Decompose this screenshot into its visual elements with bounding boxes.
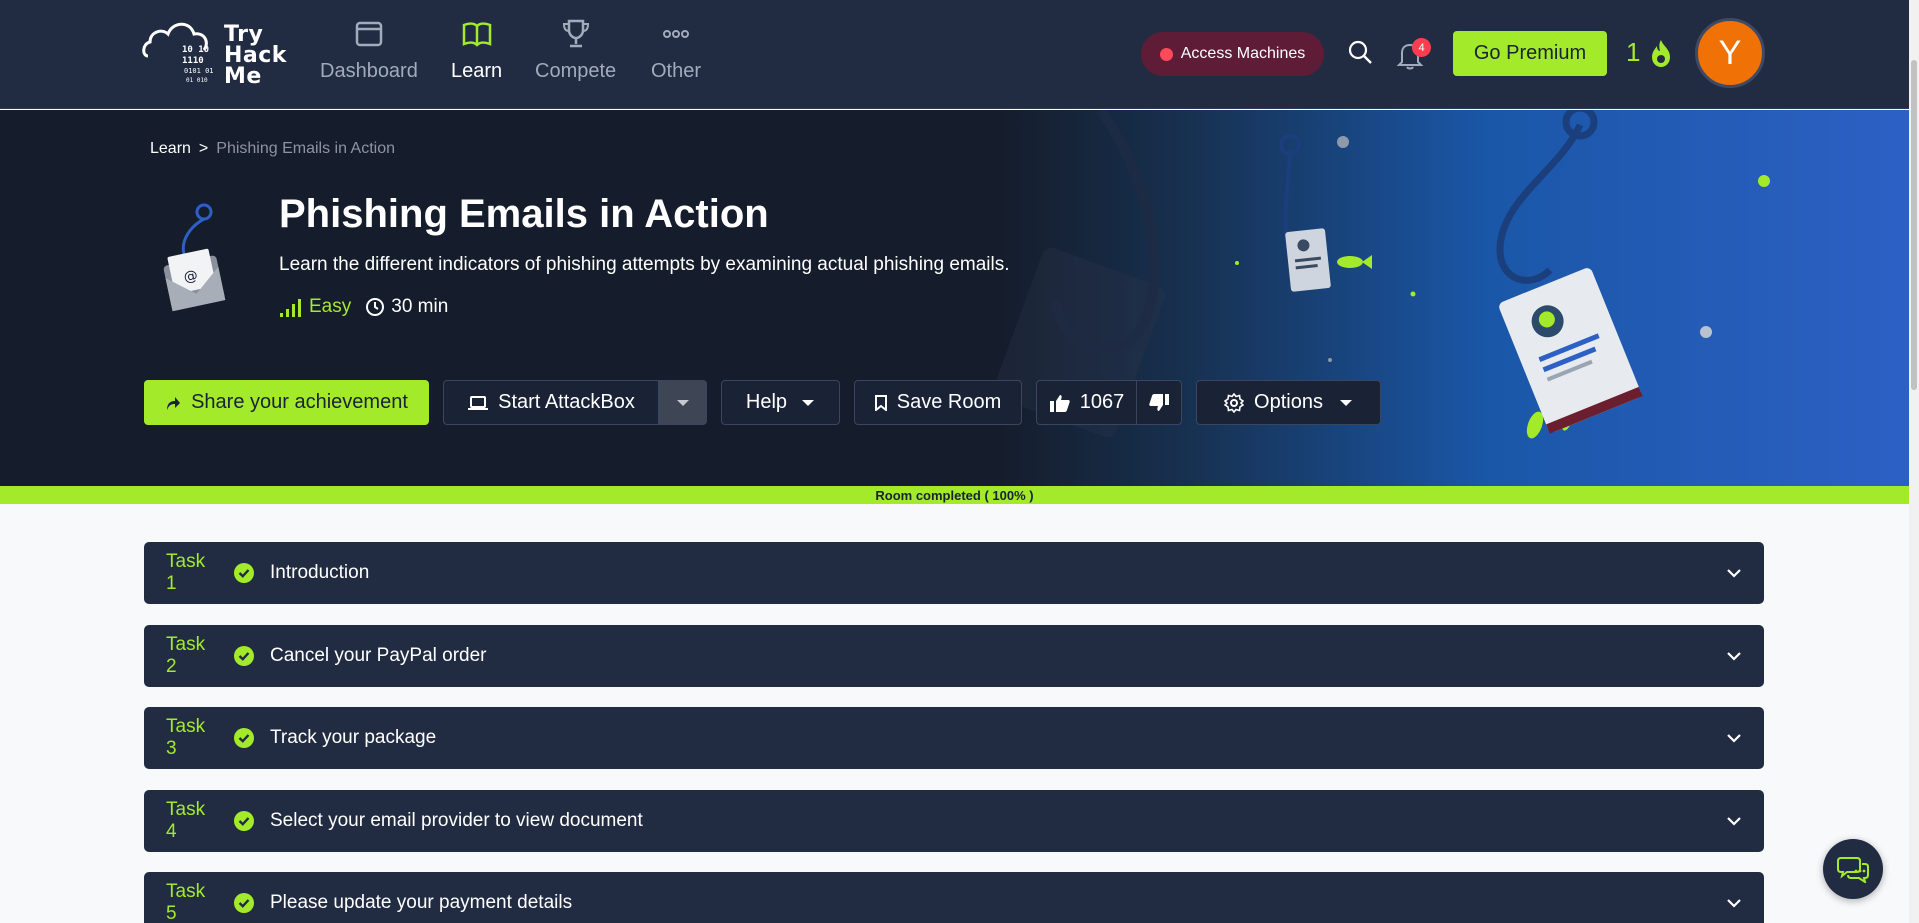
nav-dashboard-label: Dashboard bbox=[320, 60, 418, 82]
difficulty-bars-icon bbox=[280, 299, 301, 317]
dashboard-icon bbox=[355, 21, 383, 47]
duration-label: 30 min bbox=[391, 296, 449, 317]
notification-badge: 4 bbox=[1412, 38, 1431, 57]
book-icon bbox=[462, 22, 491, 47]
thumbs-up-icon bbox=[1049, 394, 1070, 412]
caret-down-icon bbox=[676, 399, 689, 406]
chevron-down-icon[interactable] bbox=[1726, 730, 1742, 746]
room-meta: Easy 30 min bbox=[279, 296, 448, 318]
share-arrow-icon bbox=[167, 396, 181, 410]
check-circle-icon bbox=[234, 728, 254, 748]
room-header-banner: Learn > Phishing Emails in Action @ Phis… bbox=[0, 110, 1909, 486]
svg-text:1110: 1110 bbox=[182, 56, 204, 66]
like-button[interactable]: 1067 bbox=[1036, 380, 1137, 425]
chevron-down-icon[interactable] bbox=[1726, 895, 1742, 911]
task-title: Cancel your PayPal order bbox=[270, 645, 487, 666]
task-row[interactable]: Task 1 Introduction bbox=[144, 542, 1764, 604]
support-chat-button[interactable] bbox=[1823, 839, 1883, 899]
check-circle-icon bbox=[234, 646, 254, 666]
progress-label: Room completed ( 100% ) bbox=[875, 487, 1034, 503]
share-achievement-label: Share your achievement bbox=[191, 391, 408, 413]
logo-word-try: Try bbox=[224, 22, 264, 47]
nav-dashboard[interactable]: Dashboard bbox=[320, 18, 418, 83]
help-label: Help bbox=[745, 391, 788, 413]
task-row[interactable]: Task 2 Cancel your PayPal order bbox=[144, 625, 1764, 687]
options-label: Options bbox=[1254, 391, 1323, 413]
share-achievement-button[interactable]: Share your achievement bbox=[144, 380, 429, 425]
logo-word-me: Me bbox=[224, 64, 262, 89]
task-number: Task 1 bbox=[166, 551, 206, 594]
trophy-icon bbox=[562, 19, 589, 48]
chevron-down-icon[interactable] bbox=[1726, 648, 1742, 664]
options-dropdown-button[interactable]: Options bbox=[1196, 380, 1381, 425]
task-number: Task 5 bbox=[166, 881, 206, 923]
like-count: 1067 bbox=[1079, 391, 1125, 413]
gear-icon bbox=[1224, 392, 1245, 413]
laptop-icon bbox=[468, 395, 489, 410]
status-dot-icon bbox=[1159, 47, 1173, 61]
task-title: Select your email provider to view docum… bbox=[270, 810, 643, 831]
breadcrumb-current: Phishing Emails in Action bbox=[216, 140, 396, 157]
logo-wordmark: Try Hack Me bbox=[224, 22, 287, 89]
streak-count: 1 bbox=[1626, 37, 1641, 67]
bookmark-icon bbox=[874, 394, 887, 411]
task-number: Task 2 bbox=[166, 634, 206, 677]
difficulty-label: Easy bbox=[309, 296, 352, 317]
nav-learn-label: Learn bbox=[451, 60, 503, 82]
go-premium-button[interactable]: Go Premium bbox=[1453, 31, 1607, 76]
attackbox-dropdown-button[interactable] bbox=[658, 380, 707, 425]
nav-other-label: Other bbox=[651, 60, 702, 82]
nav-compete-label: Compete bbox=[535, 60, 617, 82]
svg-text:0101 01: 0101 01 bbox=[184, 67, 214, 75]
task-row[interactable]: Task 3 Track your package bbox=[144, 707, 1764, 769]
chevron-down-icon[interactable] bbox=[1726, 565, 1742, 581]
caret-down-icon bbox=[1339, 399, 1352, 406]
scrollbar-thumb[interactable] bbox=[1911, 60, 1917, 390]
task-number: Task 3 bbox=[166, 716, 206, 759]
room-progress-bar: Room completed ( 100% ) bbox=[0, 486, 1909, 504]
breadcrumb-learn-link[interactable]: Learn bbox=[150, 140, 191, 158]
start-attackbox-label: Start AttackBox bbox=[498, 391, 635, 413]
dislike-button[interactable] bbox=[1136, 380, 1182, 425]
phishing-envelope-room-icon: @ bbox=[163, 203, 226, 312]
chat-bubbles-icon bbox=[1837, 857, 1869, 883]
dots-icon bbox=[663, 30, 690, 38]
check-circle-icon bbox=[234, 893, 254, 913]
nav-compete[interactable]: Compete bbox=[535, 18, 616, 83]
room-title: Phishing Emails in Action bbox=[279, 192, 769, 236]
task-title: Please update your payment details bbox=[270, 892, 573, 913]
save-room-button[interactable]: Save Room bbox=[854, 380, 1022, 425]
task-row[interactable]: Task 5 Please update your payment detail… bbox=[144, 872, 1764, 923]
start-attackbox-button[interactable]: Start AttackBox bbox=[443, 380, 659, 425]
check-circle-icon bbox=[234, 563, 254, 583]
breadcrumb: Learn > Phishing Emails in Action bbox=[150, 140, 395, 158]
breadcrumb-separator: > bbox=[198, 140, 209, 157]
nav-learn[interactable]: Learn bbox=[451, 18, 502, 83]
caret-down-icon bbox=[802, 399, 815, 406]
logo-word-hack: Hack bbox=[224, 43, 287, 68]
check-circle-icon bbox=[234, 811, 254, 831]
access-machines-label: Access Machines bbox=[1180, 45, 1306, 62]
thumbs-down-icon bbox=[1149, 393, 1169, 411]
search-icon[interactable] bbox=[1346, 38, 1374, 66]
task-title: Introduction bbox=[270, 562, 370, 583]
task-number: Task 4 bbox=[166, 799, 206, 842]
save-room-label: Save Room bbox=[896, 391, 1002, 413]
top-navigation-bar: 10 10 1110 0101 01 01 010 Try Hack Me Da… bbox=[0, 0, 1919, 109]
clock-icon bbox=[366, 298, 385, 316]
chevron-down-icon[interactable] bbox=[1726, 813, 1742, 829]
task-row[interactable]: Task 4 Select your email provider to vie… bbox=[144, 790, 1764, 852]
svg-text:01 010: 01 010 bbox=[186, 77, 208, 84]
streak-counter[interactable]: 1 bbox=[1626, 37, 1674, 68]
help-dropdown-button[interactable]: Help bbox=[721, 380, 840, 425]
flame-icon bbox=[1652, 39, 1671, 67]
nav-other[interactable]: Other bbox=[651, 18, 701, 83]
task-title: Track your package bbox=[270, 727, 437, 748]
room-description: Learn the different indicators of phishi… bbox=[279, 254, 1010, 275]
svg-text:10 10: 10 10 bbox=[182, 45, 209, 55]
user-avatar[interactable]: Y bbox=[1695, 18, 1765, 88]
access-machines-button[interactable]: Access Machines bbox=[1141, 32, 1324, 76]
